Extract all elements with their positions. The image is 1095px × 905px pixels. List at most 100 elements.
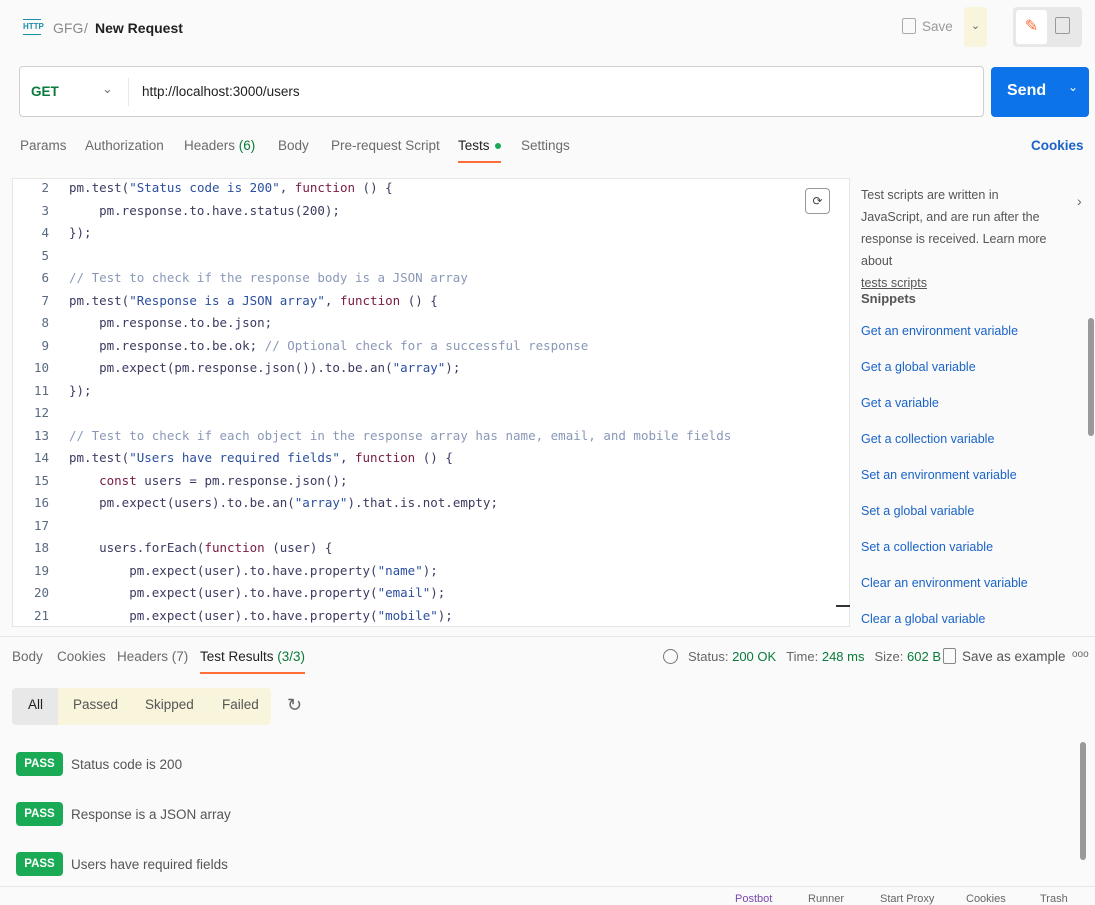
code-line[interactable]: 14 pm.test("Users have required fields", … (13, 450, 453, 472)
line-number: 20 (33, 585, 49, 600)
code-line[interactable]: 5 (13, 248, 69, 270)
code-line[interactable]: 16 pm.expect(users).to.be.an("array").th… (13, 495, 498, 517)
pass-badge: PASS (16, 752, 63, 776)
response-tab-headers[interactable]: Headers (7) (117, 649, 188, 664)
tab-body[interactable]: Body (278, 138, 309, 153)
breadcrumb-separator: / (84, 20, 88, 36)
filter-skipped[interactable]: Skipped (145, 697, 194, 712)
statusbar-start-proxy[interactable]: Start Proxy (880, 893, 934, 905)
code-text: users.forEach(function (user) { (69, 540, 333, 555)
edit-pencil-icon[interactable]: ✎ (1016, 10, 1047, 44)
test-results-count: (3/3) (277, 649, 306, 664)
code-text: }); (69, 225, 92, 240)
chevron-down-icon: ⌄ (102, 81, 113, 96)
code-line[interactable]: 11}); (13, 383, 92, 405)
snippet-link[interactable]: Clear a global variable (861, 612, 985, 626)
results-scrollbar[interactable] (1080, 742, 1086, 860)
save-as-example-button[interactable]: Save as example (943, 648, 1066, 664)
code-line[interactable]: 20 pm.expect(user).to.have.property("ema… (13, 585, 445, 607)
code-line[interactable]: 17 (13, 518, 69, 540)
divider (128, 78, 129, 106)
sidebar-scrollbar[interactable] (1088, 318, 1094, 436)
sidebar-collapse-chevron-icon[interactable]: › (1077, 193, 1082, 209)
send-chevron-icon[interactable]: ⌄ (1068, 80, 1078, 94)
code-line[interactable]: 19 pm.expect(user).to.have.property("nam… (13, 563, 438, 585)
code-line[interactable]: 9 pm.response.to.be.ok; // Optional chec… (13, 338, 588, 360)
line-number: 9 (41, 337, 49, 353)
editor-scroll-marker (836, 605, 850, 607)
code-line[interactable]: 12 (13, 405, 69, 427)
code-text: // Test to check if each object in the r… (69, 427, 732, 443)
comment-icon[interactable] (1055, 17, 1070, 34)
tab-headers-count: (6) (238, 138, 256, 153)
breadcrumb-parent[interactable]: GFG (53, 20, 83, 36)
save-dropdown-button[interactable]: ⌄ (964, 7, 987, 47)
statusbar-trash[interactable]: Trash (1040, 893, 1068, 905)
save-example-label: Save as example (962, 648, 1066, 664)
code-text: pm.expect(user).to.have.property("email"… (69, 585, 446, 600)
line-number: 11 (33, 382, 49, 398)
code-line[interactable]: 7 pm.test("Response is a JSON array", fun… (13, 292, 438, 315)
statusbar-cookies[interactable]: Cookies (966, 893, 1006, 905)
view-toggle: ✎ (1013, 7, 1082, 47)
code-line[interactable]: 13 // Test to check if each object in the… (13, 428, 731, 450)
tab-pre-request-script[interactable]: Pre-request Script (331, 138, 440, 153)
tab-authorization[interactable]: Authorization (85, 138, 164, 153)
pane-divider[interactable] (0, 636, 1095, 637)
code-line[interactable]: 2 pm.test("Status code is 200", function … (13, 180, 393, 202)
code-line[interactable]: 3 pm.response.to.have.status(200); (13, 203, 339, 225)
tab-settings[interactable]: Settings (521, 138, 570, 153)
save-button[interactable]: Save (902, 18, 953, 34)
globe-icon[interactable] (663, 649, 678, 664)
response-tab-test-results[interactable]: Test Results (3/3) (200, 649, 306, 674)
tab-headers[interactable]: Headers (6) (184, 138, 255, 153)
code-line[interactable]: 8 pm.response.to.be.json; (13, 315, 272, 337)
code-line[interactable]: 18 users.forEach(function (user) { (13, 540, 332, 562)
status: Status: 200 OK (688, 649, 777, 664)
code-text: pm.test("Users have required fields", fu… (69, 450, 453, 465)
refresh-icon[interactable]: ↻ (287, 695, 302, 716)
send-button[interactable]: Send ⌄ (991, 67, 1089, 117)
snippet-link[interactable]: Get a collection variable (861, 432, 994, 446)
tests-indicator-dot (494, 143, 501, 150)
url-input[interactable]: http://localhost:3000/users (142, 84, 300, 99)
response-tab-cookies[interactable]: Cookies (57, 649, 106, 664)
code-line[interactable]: 4}); (13, 225, 92, 247)
code-editor[interactable]: 2 pm.test("Status code is 200", function … (12, 178, 850, 627)
snippet-link[interactable]: Get a global variable (861, 360, 976, 374)
snippet-link[interactable]: Set a global variable (861, 504, 974, 518)
snippet-link[interactable]: Get an environment variable (861, 324, 1018, 338)
code-text: pm.expect(users).to.be.an("array").that.… (69, 495, 498, 510)
response-tab-body[interactable]: Body (12, 649, 43, 664)
test-result-name: Response is a JSON array (71, 807, 231, 822)
code-text: pm.expect(user).to.have.property("name")… (69, 562, 438, 578)
statusbar-postbot[interactable]: Postbot (735, 893, 772, 905)
code-line[interactable]: 10 pm.expect(pm.response.json()).to.be.a… (13, 360, 460, 382)
code-text: pm.test("Status code is 200", function (… (69, 180, 393, 195)
filter-failed[interactable]: Failed (222, 697, 259, 712)
cookies-link[interactable]: Cookies (1031, 138, 1084, 153)
code-line[interactable]: 15 const users = pm.response.json(); (13, 473, 348, 495)
filter-passed[interactable]: Passed (73, 697, 118, 712)
tab-tests[interactable]: Tests (458, 138, 501, 163)
line-number: 7 (41, 292, 49, 308)
method-select[interactable]: GET ⌄ (20, 67, 128, 116)
snippet-link[interactable]: Clear an environment variable (861, 576, 1028, 590)
snippet-link[interactable]: Get a variable (861, 396, 939, 410)
more-options-icon[interactable]: ooo (1072, 649, 1089, 660)
test-result-name: Status code is 200 (71, 757, 183, 772)
time: Time: 248 ms (786, 649, 865, 664)
code-text: pm.test("Response is a JSON array", func… (69, 292, 438, 308)
snippet-link[interactable]: Set a collection variable (861, 540, 993, 554)
filter-all-label[interactable]: All (28, 697, 43, 712)
send-label: Send (1007, 82, 1047, 99)
code-line[interactable]: 21 pm.expect(user).to.have.property("mob… (13, 608, 453, 627)
snippet-link[interactable]: Set an environment variable (861, 468, 1017, 482)
page-title[interactable]: New Request (95, 20, 183, 36)
postbot-icon[interactable]: ⟳ (805, 188, 830, 214)
code-line[interactable]: 6 // Test to check if the response body i… (13, 270, 467, 292)
tab-params[interactable]: Params (20, 138, 67, 153)
statusbar-runner[interactable]: Runner (808, 893, 844, 905)
save-label: Save (922, 18, 953, 34)
size: Size: 602 B (874, 649, 941, 664)
